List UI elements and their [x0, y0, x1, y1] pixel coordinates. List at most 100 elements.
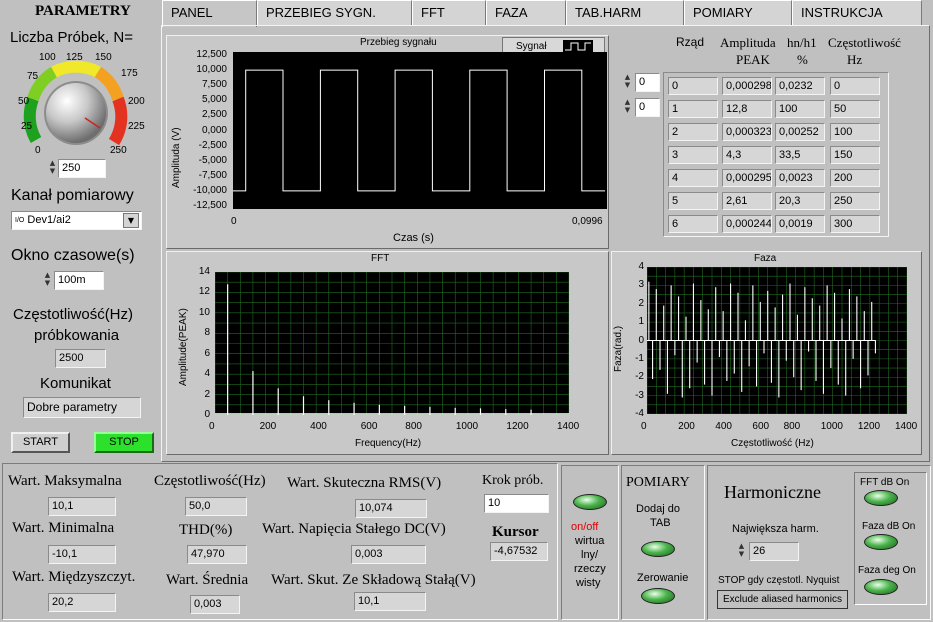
step-input[interactable]: 10 — [484, 494, 549, 513]
cursor-label: Kursor — [492, 524, 539, 540]
signal-ytick: 0,000 — [201, 124, 227, 136]
sampling-freq-value: 2500 — [55, 349, 106, 368]
knob-tick-225: 225 — [128, 121, 145, 132]
signal-ytick: 12,500 — [196, 49, 227, 60]
signal-graph-title: Przebieg sygnału — [360, 37, 437, 48]
zero-button[interactable] — [641, 588, 675, 604]
max-harmonic-value[interactable]: 26 — [749, 542, 799, 561]
table-cell: 5 — [668, 192, 718, 210]
samples-knob[interactable] — [14, 50, 138, 158]
window-spinner-icon[interactable]: ▲ ▼ — [43, 271, 52, 288]
phase-ytick: -1 — [635, 352, 644, 364]
peak-to-peak-value: 20,2 — [48, 593, 116, 612]
phase-xtick: 400 — [715, 421, 732, 432]
knob-tick-25: 25 — [21, 121, 33, 132]
dc-value: 0,003 — [351, 545, 426, 564]
fft-ytick: 4 — [204, 368, 210, 380]
fft-plot-area[interactable] — [215, 272, 569, 415]
signal-ytick: -2,500 — [198, 139, 227, 151]
tab-pomiary[interactable]: POMIARY — [684, 0, 792, 25]
mean-label: Wart. Średnia — [166, 572, 249, 588]
add-to-table-button[interactable] — [641, 541, 675, 557]
signal-ytick: 7,500 — [201, 79, 227, 91]
table-cell: 300 — [830, 215, 880, 233]
samples-spinner-icon[interactable]: ▲ ▼ — [48, 159, 57, 176]
tab-faza[interactable]: FAZA — [486, 0, 566, 25]
onoff-label-4: rzeczy — [574, 563, 606, 575]
table-cell: 2 — [668, 123, 718, 141]
phase-xtick: 1000 — [820, 421, 843, 432]
fft-ytick: 8 — [204, 327, 210, 339]
table-header-amplitude: Amplituda — [720, 35, 776, 50]
table-header-order: Rząd — [676, 35, 705, 49]
table-cell: 0,0232 — [775, 77, 825, 95]
add-to-table-label-2: TAB — [650, 517, 671, 529]
max-harmonic-spinner-icon[interactable]: ▲ ▼ — [737, 542, 746, 559]
samples-value-input[interactable]: 250 — [58, 159, 106, 178]
signal-ytick: 5,000 — [201, 94, 227, 106]
table-header-peak: PEAK — [736, 52, 770, 67]
tab-panel[interactable]: PANEL — [162, 0, 257, 27]
fft-db-toggle[interactable] — [864, 490, 898, 506]
window-value-input[interactable]: 100m — [54, 271, 104, 290]
rms-label: Wart. Skuteczna RMS(V) — [287, 475, 442, 491]
signal-ytick: -7,500 — [198, 169, 227, 181]
tab-przebieg[interactable]: PRZEBIEG SYGN. — [257, 0, 412, 25]
table-header-percent: % — [797, 52, 808, 67]
phase-ytick: -4 — [635, 408, 644, 419]
signal-ytick: -5,000 — [198, 154, 227, 166]
min-value: -10,1 — [48, 545, 116, 564]
start-button[interactable]: START — [11, 432, 70, 453]
fft-ytick: 6 — [204, 347, 210, 359]
stop-button[interactable]: STOP — [94, 432, 154, 453]
table-cell: 250 — [830, 192, 880, 210]
phase-ytick: 0 — [638, 334, 644, 346]
chevron-down-icon[interactable]: ▼ — [123, 213, 139, 228]
tab-fft[interactable]: FFT — [412, 0, 486, 25]
col-index-spinner-icon[interactable]: ▲ ▼ — [623, 98, 632, 115]
phase-xtick: 800 — [783, 421, 801, 432]
phase-plot-area[interactable] — [647, 267, 907, 414]
table-cell: 4 — [668, 169, 718, 187]
add-to-table-label: Dodaj do — [636, 503, 681, 515]
table-cell: 3 — [668, 146, 718, 164]
fft-xtick: 600 — [360, 421, 378, 432]
fft-xlabel: Frequency(Hz) — [355, 438, 422, 449]
table-cell: 0,000298 — [722, 77, 772, 95]
table-cell: 200 — [830, 169, 880, 187]
phase-db-toggle[interactable] — [864, 534, 898, 550]
fft-xtick: 800 — [405, 421, 422, 432]
fft-graph-title: FFT — [371, 253, 390, 264]
zero-label: Zerowanie — [637, 572, 689, 584]
max-harmonic-label: Największa harm. — [732, 523, 819, 535]
channel-label: Kanał pomiarowy — [11, 187, 134, 204]
tab-tab-harm[interactable]: TAB.HARM — [566, 0, 684, 25]
signal-xlabel: Czas (s) — [393, 232, 434, 244]
signal-plot-area[interactable] — [233, 52, 607, 209]
peak-to-peak-label: Wart. Międzyszczyt. — [12, 569, 136, 585]
thd-label: THD(%) — [179, 522, 233, 538]
table-cell: 12,8 — [722, 100, 772, 118]
knob-tick-125: 125 — [66, 52, 83, 63]
pomiary-title: POMIARY — [626, 475, 690, 490]
frequency-label: Częstotliwość(Hz) — [154, 473, 266, 489]
row-index-spinner-icon[interactable]: ▲ ▼ — [623, 73, 632, 90]
exclude-aliased-button[interactable]: Exclude aliased harmonics — [717, 590, 848, 609]
sampling-freq-label: Częstotliwość(Hz) — [13, 306, 134, 323]
row-index-input[interactable]: 0 — [635, 73, 660, 92]
signal-xtick-0: 0 — [231, 216, 237, 227]
fft-xtick: 1000 — [455, 421, 479, 432]
table-cell: 0 — [668, 77, 718, 95]
table-header-frequency: Częstotliwość — [828, 35, 901, 50]
rms-value: 10,074 — [355, 499, 427, 518]
tab-instrukcja[interactable]: INSTRUKCJA — [792, 0, 922, 25]
phase-ytick: 1 — [638, 316, 644, 328]
phase-graph-title: Faza — [754, 253, 777, 264]
step-label: Krok prób. — [482, 473, 544, 488]
phase-deg-toggle[interactable] — [864, 579, 898, 595]
fft-ytick: 12 — [198, 286, 210, 298]
onoff-label-5: wisty — [576, 577, 601, 589]
col-index-input[interactable]: 0 — [635, 98, 660, 117]
phase-xtick: 600 — [752, 421, 770, 432]
onoff-toggle[interactable] — [573, 494, 607, 510]
